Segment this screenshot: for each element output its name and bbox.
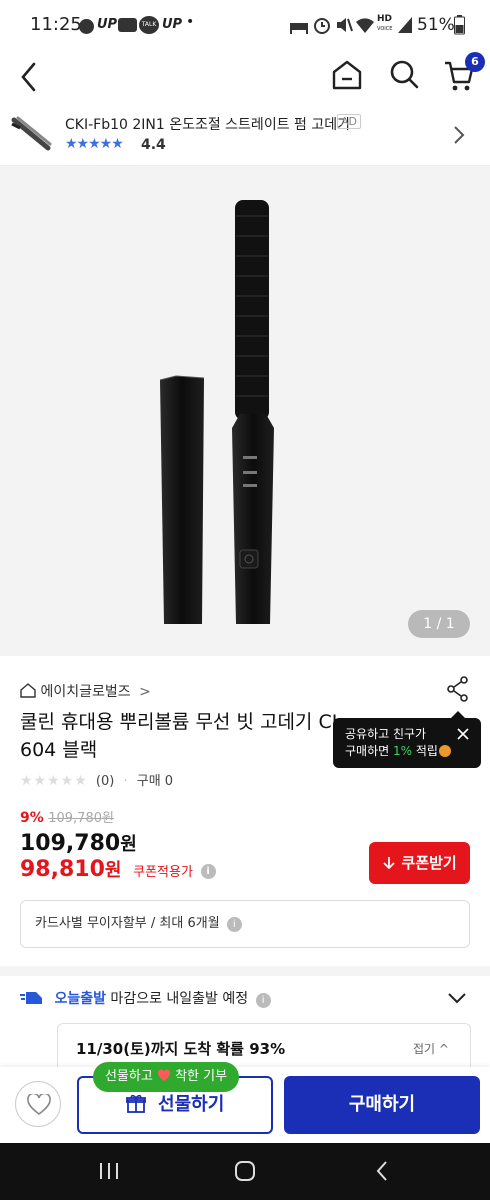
brand-link[interactable]: 에이치글로벌즈 > <box>20 681 151 701</box>
gallery-pager: 1 / 1 <box>408 610 470 638</box>
home-button-icon[interactable] <box>234 1160 256 1182</box>
back-icon[interactable] <box>18 60 40 94</box>
back-nav-icon[interactable] <box>374 1160 390 1182</box>
status-time: 11:25 <box>30 14 82 35</box>
ad-badge: AD <box>337 114 361 129</box>
gift-icon <box>125 1094 146 1113</box>
sale-price: 109,780원 <box>20 831 137 856</box>
wishlist-button[interactable] <box>15 1081 61 1127</box>
alarm-icon <box>314 18 330 34</box>
signal-icon <box>398 17 412 33</box>
cart-count-badge: 6 <box>465 52 485 72</box>
bed-icon <box>290 23 308 34</box>
system-nav-bar <box>0 1143 490 1200</box>
rating-stars: ★★★★★ <box>20 773 88 789</box>
section-divider <box>0 966 490 976</box>
heart-icon <box>157 1069 170 1081</box>
fold-button[interactable]: 접기 ^ <box>413 1040 449 1057</box>
shipping-highlight: 오늘출발 <box>54 991 106 1007</box>
share-icon[interactable] <box>446 676 470 702</box>
info-icon[interactable]: i <box>200 864 216 879</box>
ad-rating: 4.4 <box>141 137 166 153</box>
discount-row: 9% 109,780원 <box>20 807 114 826</box>
store-icon <box>20 683 36 698</box>
home-icon[interactable] <box>330 58 364 92</box>
up-label-2: UP <box>162 17 183 32</box>
installment-info: 카드사별 무이자할부 / 최대 6개월 i <box>20 900 470 948</box>
ad-banner[interactable]: CKI-Fb10 2IN1 온도조절 스트레이트 펌 고데기 AD ★★★★★ … <box>0 104 490 166</box>
status-dot: • <box>186 14 195 30</box>
talk-icon: TALK <box>139 16 159 34</box>
youtube-icon <box>118 18 137 32</box>
hd-label: HD <box>377 14 393 24</box>
info-icon[interactable]: i <box>226 917 242 932</box>
close-icon[interactable] <box>457 728 469 740</box>
ad-product-thumbnail <box>8 110 54 160</box>
tooltip-line2: 구매하면 1% 적립 <box>345 743 481 760</box>
brand-chevron: > <box>139 684 151 700</box>
buy-button[interactable]: 구매하기 <box>284 1076 480 1134</box>
purchase-count: 구매 0 <box>136 774 174 789</box>
up-label: UP <box>97 17 118 32</box>
search-icon[interactable] <box>388 58 420 92</box>
coin-bag-icon <box>438 745 451 757</box>
ad-stars: ★★★★★ <box>65 136 124 152</box>
chevron-right-icon <box>454 126 465 144</box>
gift-promo-bubble: 선물하고 착한 기부 <box>93 1062 239 1092</box>
minus-circle-icon <box>79 19 94 34</box>
heart-icon <box>27 1094 51 1116</box>
review-count[interactable]: (0) <box>96 774 114 789</box>
rating-separator: · <box>123 774 128 789</box>
coupon-price-label: 쿠폰적용가 <box>133 865 193 880</box>
status-bar: 11:25 UP TALK UP • HD VOICE 51% <box>0 0 490 52</box>
ad-title: CKI-Fb10 2IN1 온도조절 스트레이트 펌 고데기 <box>65 117 350 133</box>
product-title: 쿨린 휴대용 뿌리볼륨 무선 빗 고데기 CL-604 블랙 <box>20 711 349 761</box>
voice-label: VOICE <box>377 26 393 32</box>
download-icon <box>383 857 395 870</box>
delivery-truck-icon <box>20 992 42 1004</box>
chevron-down-icon[interactable] <box>447 991 467 1005</box>
mute-icon <box>337 18 353 32</box>
battery-icon <box>454 15 465 35</box>
discount-rate: 9% <box>20 810 44 826</box>
recent-apps-icon[interactable] <box>98 1161 120 1181</box>
share-tooltip: 공유하고 친구가 구매하면 1% 적립 <box>333 711 481 768</box>
top-header: 6 <box>0 52 490 104</box>
wifi-icon <box>356 18 374 33</box>
shipping-text: 마감으로 내일출발 예정 <box>105 991 249 1007</box>
arrival-text: 11/30(토)까지 도착 확률 93% <box>76 1040 286 1058</box>
coupon-download-button[interactable]: 쿠폰받기 <box>369 842 470 884</box>
info-icon[interactable]: i <box>255 993 271 1008</box>
original-price: 109,780원 <box>48 811 114 826</box>
coupon-price: 98,810원 쿠폰적용가 i <box>20 856 216 882</box>
rating-row: ★★★★★ (0) · 구매 0 <box>20 770 173 789</box>
shipping-info[interactable]: 오늘출발 마감으로 내일출발 예정 i <box>20 988 271 1008</box>
brand-name: 에이치글로벌즈 <box>40 684 131 700</box>
product-image-gallery[interactable]: 1 / 1 <box>0 166 490 656</box>
bottom-action-bar: 선물하기 구매하기 <box>0 1067 490 1143</box>
battery-percent: 51% <box>417 15 455 35</box>
product-image <box>159 200 274 624</box>
